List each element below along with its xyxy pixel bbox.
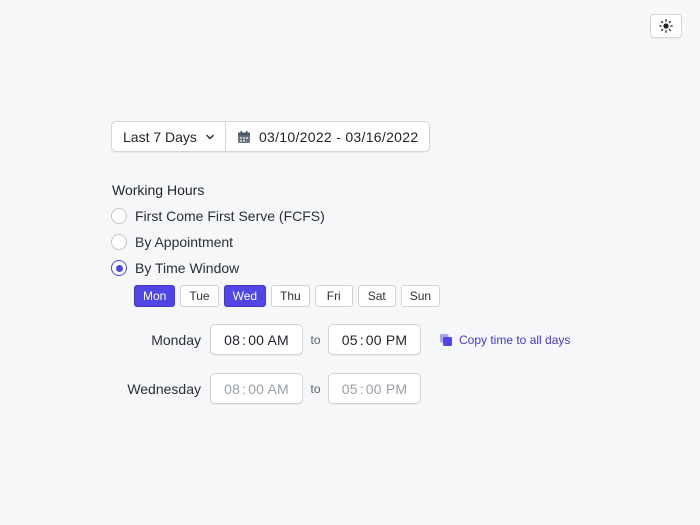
start-minute: 00 AM (248, 331, 289, 348)
day-toggle-tue[interactable]: Tue (180, 285, 219, 307)
date-range-picker: Last 7 Days 03/10/2022 - 03/16/2022 (111, 121, 431, 152)
end-time-input-monday[interactable]: 05:00 PM (328, 324, 421, 355)
option-appointment-label: By Appointment (135, 234, 234, 250)
sun-icon (659, 19, 673, 33)
time-row-wednesday: Wednesday 08:00 AM to 05:00 PM (0, 373, 421, 404)
option-time-window[interactable]: By Time Window (111, 260, 239, 276)
day-selector: Mon Tue Wed Thu Fri Sat Sun (134, 285, 441, 307)
day-label-wednesday: Wednesday (127, 380, 201, 397)
day-toggle-sat[interactable]: Sat (357, 285, 396, 307)
option-fcfs[interactable]: First Come First Serve (FCFS) (111, 208, 325, 224)
time-row-monday: Monday 08:00 AM to 05:00 PM Copy time to… (0, 324, 570, 355)
copy-time-button[interactable]: Copy time to all days (439, 333, 570, 347)
start-time-input-monday[interactable]: 08:00 AM (210, 324, 303, 355)
scheduler-page: Last 7 Days 03/10/2022 - 03/16/2022 Work… (0, 0, 700, 525)
preset-select[interactable]: Last 7 Days (112, 122, 226, 151)
option-appointment[interactable]: By Appointment (111, 234, 233, 250)
start-time-input-wednesday[interactable]: 08:00 AM (210, 373, 303, 404)
start-hour: 08 (224, 331, 241, 348)
preset-label: Last 7 Days (123, 128, 197, 145)
radio-appointment[interactable] (111, 234, 127, 250)
end-hour: 05 (341, 331, 358, 348)
working-hours-title: Working Hours (112, 182, 205, 198)
end-minute: 00 PM (365, 380, 408, 397)
copy-time-label: Copy time to all days (459, 332, 571, 347)
end-hour: 05 (341, 380, 358, 397)
date-range-field[interactable]: 03/10/2022 - 03/16/2022 (226, 122, 429, 151)
radio-time-window[interactable] (111, 260, 127, 276)
radio-fcfs[interactable] (111, 208, 127, 224)
theme-toggle-button[interactable] (650, 14, 682, 38)
end-minute: 00 PM (365, 331, 408, 348)
end-time-input-wednesday[interactable]: 05:00 PM (328, 373, 421, 404)
start-hour: 08 (224, 380, 241, 397)
day-label-monday: Monday (151, 331, 201, 348)
calendar-icon (237, 130, 250, 143)
copy-icon (440, 333, 452, 346)
date-range-value: 03/10/2022 - 03/16/2022 (258, 128, 419, 145)
day-toggle-mon[interactable]: Mon (134, 285, 176, 307)
to-label: to (310, 332, 321, 347)
day-toggle-fri[interactable]: Fri (314, 285, 353, 307)
day-toggle-wed[interactable]: Wed (223, 285, 267, 307)
day-toggle-sun[interactable]: Sun (400, 285, 441, 307)
option-time-window-label: By Time Window (135, 260, 240, 276)
day-toggle-thu[interactable]: Thu (271, 285, 310, 307)
to-label: to (310, 381, 321, 396)
start-minute: 00 AM (248, 380, 289, 397)
option-fcfs-label: First Come First Serve (FCFS) (135, 208, 325, 224)
chevron-down-icon (206, 134, 214, 139)
